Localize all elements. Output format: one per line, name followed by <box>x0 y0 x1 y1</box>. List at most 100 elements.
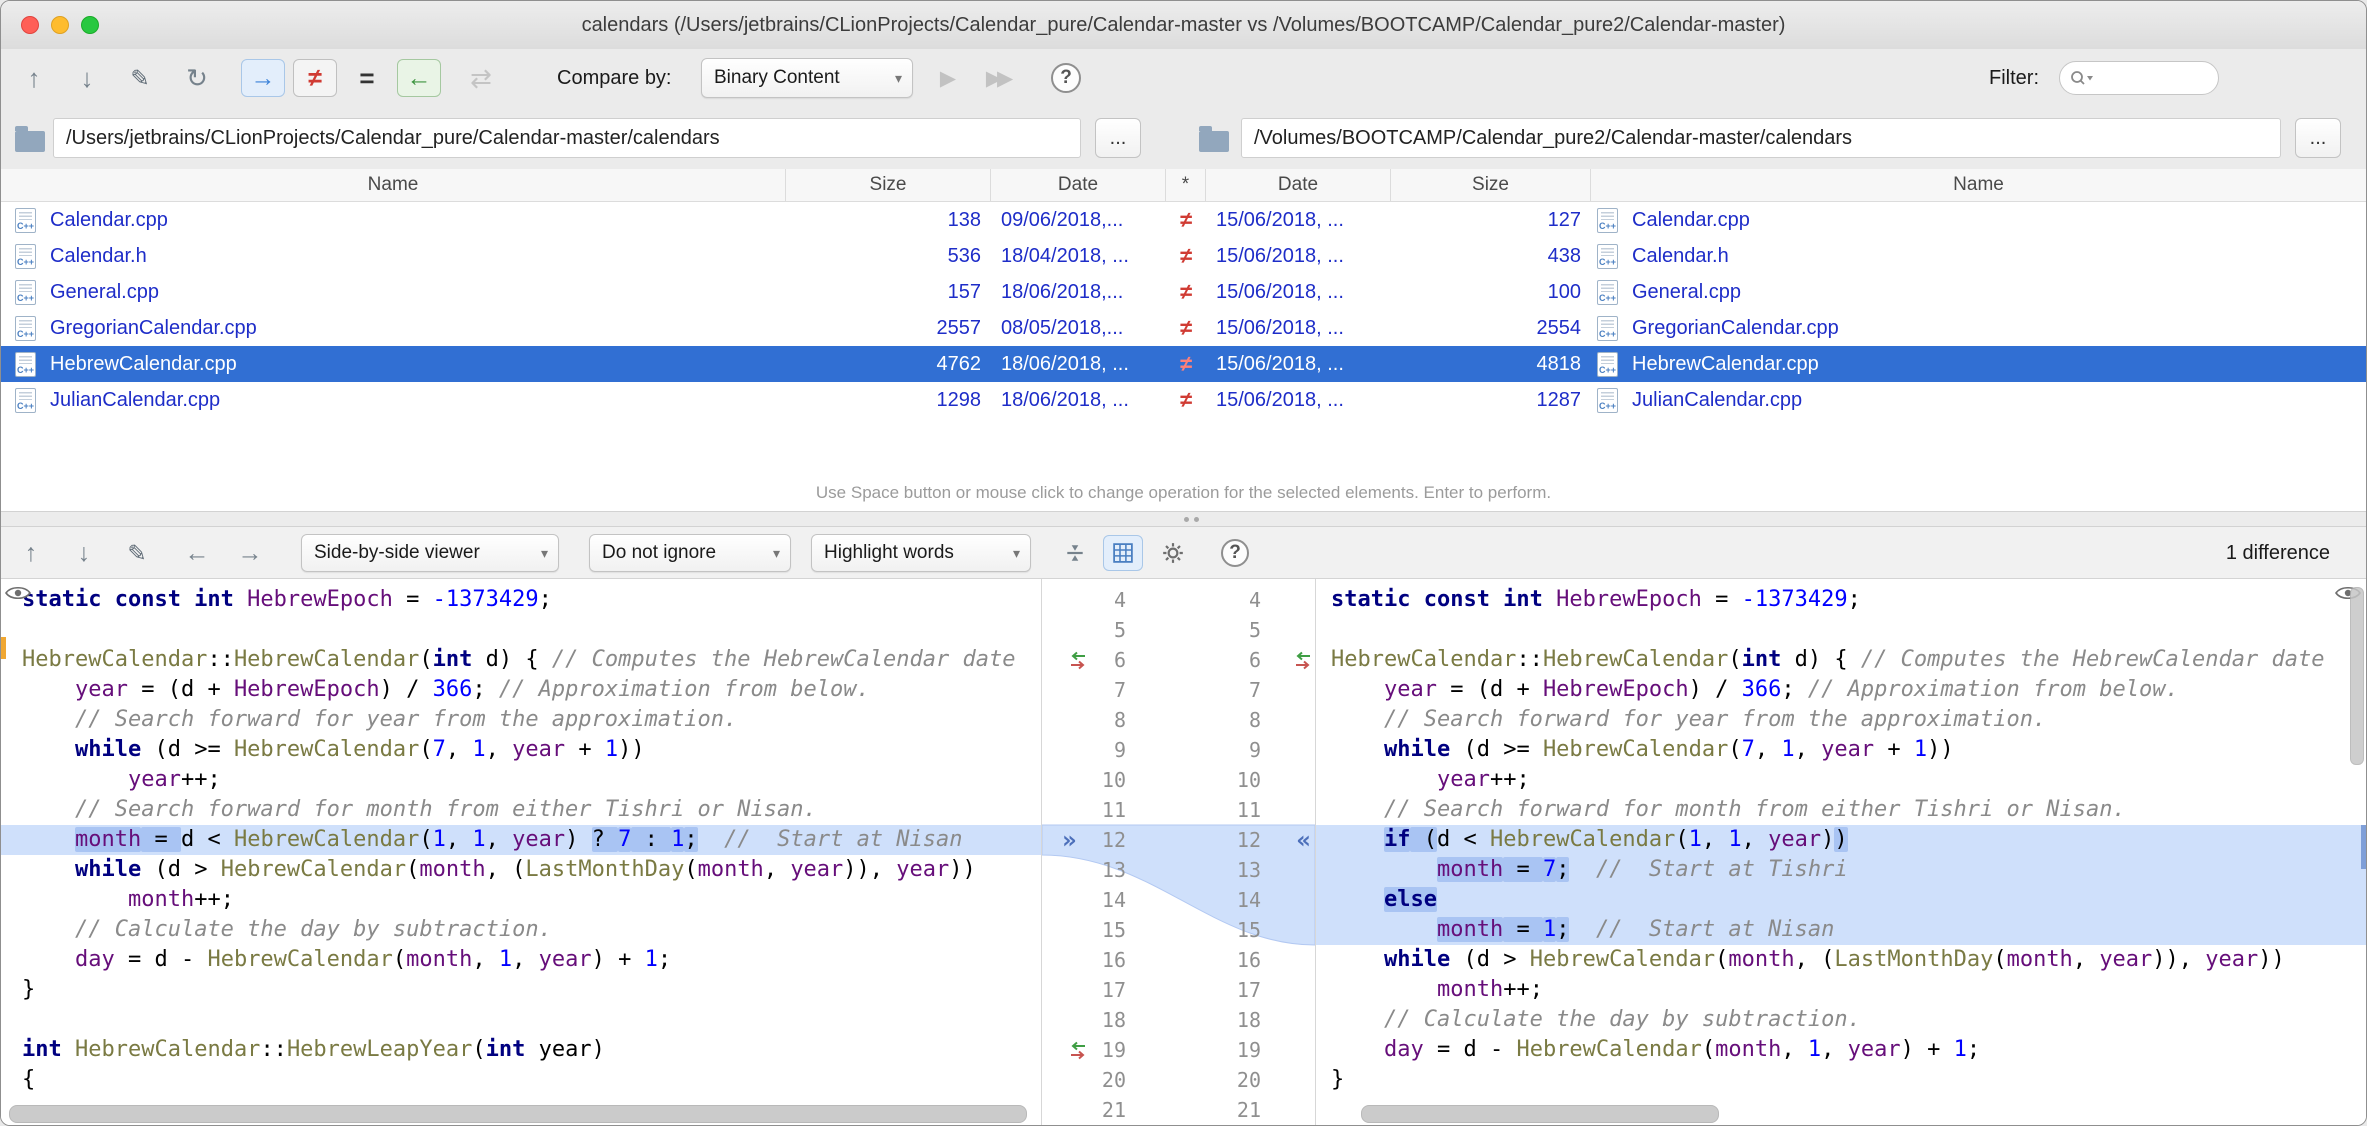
chevron-down-icon: ▾ <box>894 69 902 86</box>
gutter-row: 16 16 <box>1042 945 1315 975</box>
copy-left-filter-icon[interactable]: ← <box>397 59 441 97</box>
chevron-down-icon: ▾ <box>1012 544 1020 561</box>
code-line: while (d >= HebrewCalendar(7, 1, year + … <box>1383 737 1954 762</box>
file-date-cell: 18/04/2018, ... <box>1001 244 1129 267</box>
chevron-down-icon: ▾ <box>772 544 780 561</box>
diff-operation-icon[interactable]: ≠ <box>1166 387 1206 413</box>
right-line-number: 17 <box>1236 978 1261 1002</box>
top-chrome: ↑ ↓ ✎ ↻ → ≠ = ← ⇄ Compare by: Binary Con… <box>1 49 2366 170</box>
edit-icon[interactable]: ✎ <box>125 49 155 107</box>
highlight-policy-dropdown[interactable]: Highlight words ▾ <box>811 534 1031 572</box>
code-line: if (d < HebrewCalendar(1, 1, year)) <box>1316 825 2366 855</box>
left-horizontal-scrollbar[interactable] <box>9 1105 1027 1123</box>
code-line: day = d - HebrewCalendar(month, 1, year)… <box>1383 1037 1981 1062</box>
file-name: HebrewCalendar.cpp <box>1632 352 1819 375</box>
file-size-cell: 536 <box>947 244 981 267</box>
search-icon <box>2071 71 2093 85</box>
column-header-date[interactable]: Date <box>1206 169 1391 201</box>
apply-right-icon[interactable]: → <box>235 527 265 579</box>
show-difference-filter-icon[interactable]: ≠ <box>293 59 337 97</box>
right-code-pane[interactable]: static const int HebrewEpoch = -1373429;… <box>1315 579 2366 1125</box>
next-difference-icon[interactable]: ↓ <box>69 527 99 579</box>
file-name: JulianCalendar.cpp <box>50 388 221 411</box>
right-vertical-scrollbar[interactable] <box>2350 587 2364 765</box>
error-stripe-mark[interactable] <box>2361 825 2366 869</box>
file-name: General.cpp <box>50 280 159 303</box>
left-line-number: 14 <box>1101 888 1126 912</box>
highlight-policy-value: Highlight words <box>824 542 954 563</box>
gutter-row: 21 21 <box>1042 1095 1315 1125</box>
diff-operation-icon[interactable]: ≠ <box>1166 243 1206 269</box>
gear-icon[interactable] <box>1155 527 1191 579</box>
file-name-cell: Calendar.cpp <box>1 207 786 233</box>
code-line: year++; <box>1436 767 1530 792</box>
column-header-name[interactable]: Name <box>1 169 786 201</box>
bookmark-marker <box>1 637 6 659</box>
right-line-number: 21 <box>1236 1098 1261 1122</box>
right-browse-button[interactable]: ... <box>2295 118 2341 158</box>
file-name: General.cpp <box>1632 280 1741 303</box>
left-line-number: 11 <box>1101 798 1126 822</box>
viewer-mode-dropdown[interactable]: Side-by-side viewer ▾ <box>301 534 559 572</box>
refresh-icon[interactable]: ↻ <box>182 49 212 107</box>
change-chevron-icon[interactable]: » <box>1062 825 1076 855</box>
left-code-pane[interactable]: static const int HebrewEpoch = -1373429;… <box>1 579 1042 1125</box>
help-icon[interactable]: ? <box>1217 527 1253 579</box>
gutter-row: 13 13 <box>1042 855 1315 885</box>
file-row[interactable]: HebrewCalendar.cpp 4762 18/06/2018, ... ≠ 15… <box>1 346 2366 382</box>
file-row[interactable]: Calendar.h 536 18/04/2018, ... ≠ 15/06/2018,… <box>1 238 2366 274</box>
right-line-number: 5 <box>1248 618 1261 642</box>
diff-operation-icon[interactable]: ≠ <box>1166 279 1206 305</box>
column-header-name[interactable]: Name <box>1591 169 2366 201</box>
column-header-size[interactable]: Size <box>1391 169 1591 201</box>
left-line-number: 16 <box>1101 948 1126 972</box>
previous-difference-icon[interactable]: ↑ <box>16 527 46 579</box>
right-horizontal-scrollbar[interactable] <box>1361 1105 1719 1123</box>
change-chevron-icon[interactable]: « <box>1297 825 1311 855</box>
folder-icon <box>15 126 45 152</box>
column-header-op[interactable]: * <box>1166 169 1206 201</box>
file-row[interactable]: Calendar.cpp 138 09/06/2018,... ≠ 15/06/2018… <box>1 202 2366 238</box>
compare-by-label: Compare by: <box>557 67 672 89</box>
path-row: /Users/jetbrains/CLionProjects/Calendar_… <box>1 107 2366 169</box>
column-header-date[interactable]: Date <box>991 169 1166 201</box>
file-row[interactable]: GregorianCalendar.cpp 2557 08/05/2018,... ≠… <box>1 310 2366 346</box>
apply-left-icon[interactable]: ← <box>182 527 212 579</box>
show-equal-filter-icon[interactable]: = <box>347 49 387 107</box>
compare-by-dropdown[interactable]: Binary Content ▾ <box>701 58 913 98</box>
left-line-number: 9 <box>1113 738 1126 762</box>
ignore-policy-dropdown[interactable]: Do not ignore ▾ <box>589 534 791 572</box>
copy-right-filter-icon[interactable]: → <box>241 59 285 97</box>
diff-operation-icon[interactable]: ≠ <box>1166 207 1206 233</box>
help-icon[interactable]: ? <box>1049 49 1083 107</box>
right-line-number: 8 <box>1248 708 1261 732</box>
splitter-grip-icon[interactable] <box>1183 517 1206 522</box>
left-line-number: 6 <box>1113 648 1126 672</box>
left-browse-button[interactable]: ... <box>1095 118 1141 158</box>
gutter-row: 11 11 <box>1042 795 1315 825</box>
compare-by-value: Binary Content <box>714 67 840 88</box>
right-path-field[interactable]: /Volumes/BOOTCAMP/Calendar_pure2/Calenda… <box>1241 118 2281 158</box>
right-line-number: 13 <box>1236 858 1261 882</box>
splitter[interactable] <box>1 511 2366 527</box>
file-name-cell: Calendar.cpp <box>1591 207 2366 233</box>
eye-icon[interactable] <box>5 585 31 606</box>
diff-operation-icon[interactable]: ≠ <box>1166 315 1206 341</box>
move-up-icon[interactable]: ↑ <box>19 49 49 107</box>
edit-source-icon[interactable]: ✎ <box>122 527 152 579</box>
code-line: // Search forward for month from either … <box>74 797 817 822</box>
file-row[interactable]: JulianCalendar.cpp 1298 18/06/2018, ... ≠ 15… <box>1 382 2366 418</box>
code-line: HebrewCalendar::HebrewCalendar(int d) { … <box>1331 647 2325 672</box>
move-down-icon[interactable]: ↓ <box>72 49 102 107</box>
sync-scrolling-icon[interactable] <box>1103 535 1143 571</box>
file-date-cell: 08/05/2018,... <box>1001 316 1124 339</box>
left-path-field[interactable]: /Users/jetbrains/CLionProjects/Calendar_… <box>53 118 1081 158</box>
filter-search-input[interactable] <box>2059 61 2219 95</box>
gutter-row: 88 <box>1042 705 1315 735</box>
right-line-number: 6 <box>1248 648 1261 672</box>
diff-operation-icon[interactable]: ≠ <box>1166 351 1206 377</box>
collapse-unchanged-icon[interactable] <box>1057 527 1093 579</box>
cpp-file-icon <box>15 315 36 341</box>
column-header-size[interactable]: Size <box>786 169 991 201</box>
file-row[interactable]: General.cpp 157 18/06/2018,... ≠ 15/06/2018,… <box>1 274 2366 310</box>
